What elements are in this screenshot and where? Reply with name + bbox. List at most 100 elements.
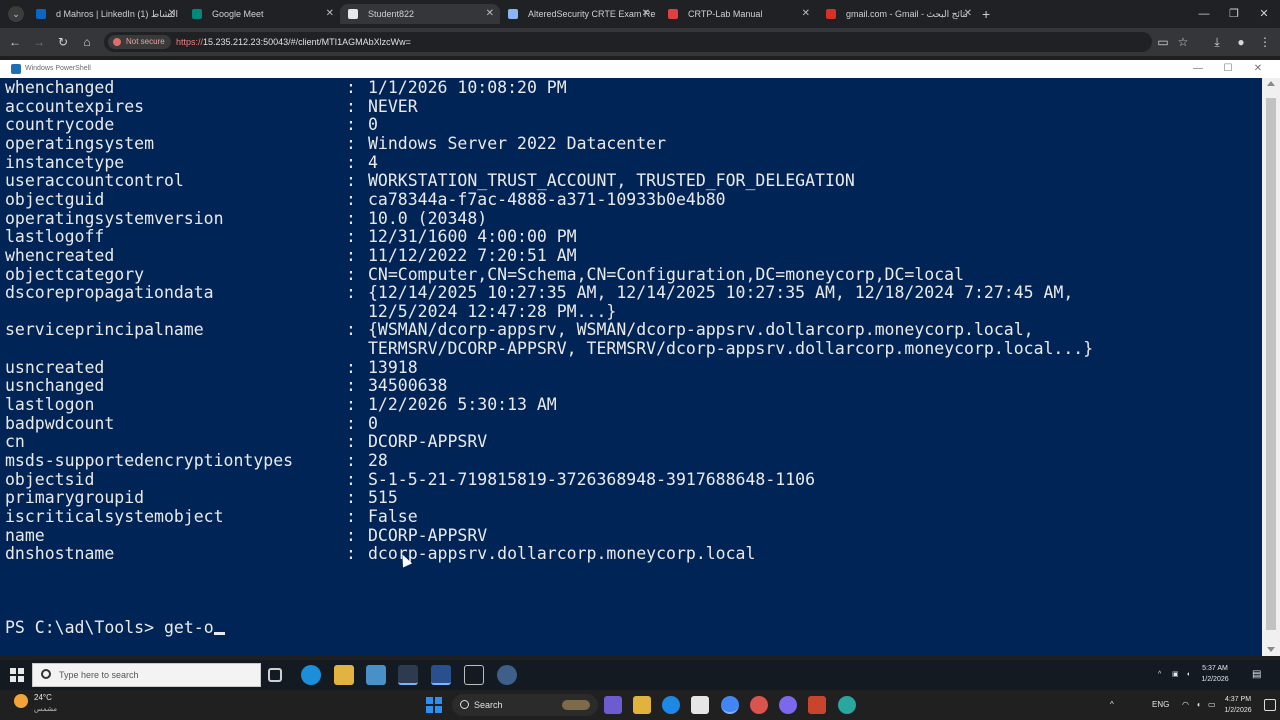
close-tab-icon[interactable]: ✕	[802, 4, 810, 24]
close-tab-icon[interactable]: ✕	[486, 4, 494, 24]
tab-title: Google Meet	[212, 9, 264, 19]
property-value: TERMSRV/DCORP-APPSRV, TERMSRV/dcorp-apps…	[368, 339, 1094, 359]
powerpoint-icon[interactable]	[808, 696, 826, 714]
browser-menu-icon[interactable]: ⋮	[1256, 33, 1274, 51]
notification-center-icon[interactable]	[1264, 699, 1276, 711]
edge-browser-icon[interactable]	[301, 665, 321, 685]
local-clock[interactable]: 4:37 PM 1/2/2026	[1218, 694, 1258, 716]
property-separator: :	[346, 451, 356, 470]
remote-clock[interactable]: 5:37 AM 1/2/2026	[1196, 663, 1234, 685]
chrome-icon[interactable]	[721, 696, 739, 714]
local-taskbar: 24°C مشمس Search ^ ENG ◠ ◖ ▭ 4:37 PM 1/2…	[0, 690, 1280, 720]
powershell-taskbar-icon-1[interactable]	[398, 665, 418, 685]
close-window-icon[interactable]: ✕	[1249, 4, 1279, 24]
battery-icon[interactable]: ▭	[1208, 690, 1216, 720]
powershell-taskbar-icon-2[interactable]	[431, 665, 451, 685]
property-separator: :	[346, 245, 356, 265]
windows-start-icon[interactable]	[10, 668, 24, 682]
url-host-path: 15.235.212.23:50043/#/client/MTI1AGMAbXl…	[203, 37, 411, 47]
reload-icon[interactable]: ↻	[54, 33, 72, 51]
property-separator: :	[346, 189, 356, 209]
maximize-window-icon[interactable]: ❐	[1219, 4, 1249, 24]
bookmark-star-icon[interactable]: ☆	[1174, 33, 1192, 51]
property-name: primarygroupid	[5, 488, 145, 508]
scroll-thumb[interactable]	[1266, 98, 1276, 630]
tray-chevron-icon[interactable]: ^	[1158, 660, 1161, 690]
tab-student822[interactable]: Student822 ✕	[340, 4, 500, 24]
close-tab-icon[interactable]: ✕	[168, 4, 176, 24]
language-indicator[interactable]: ENG	[1152, 690, 1169, 720]
file-explorer-icon[interactable]	[334, 665, 354, 685]
tray-chevron-icon[interactable]: ^	[1110, 690, 1114, 720]
url-text[interactable]: https://15.235.212.23:50043/#/client/MTI…	[176, 32, 411, 52]
property-value: ca78344a-f7ac-4888-a371-10933b0e4b80	[368, 189, 726, 209]
tab-title: Student822	[368, 9, 415, 19]
property-value: 1/1/2026 10:08:20 PM	[368, 78, 567, 97]
powershell-console[interactable]: whenchanged:1/1/2026 10:08:20 PM accounte…	[0, 78, 1262, 656]
weather-sun-icon[interactable]	[14, 694, 28, 708]
edge-browser-icon[interactable]	[662, 696, 680, 714]
property-separator: :	[346, 488, 356, 508]
tab-search-icon[interactable]: ⌄	[8, 6, 24, 22]
tab-gmail[interactable]: gmail.com - Gmail - نتائج البحث ✕	[818, 4, 978, 24]
console-scrollbar[interactable]	[1262, 78, 1280, 656]
taskbar-search-box[interactable]: Search	[452, 694, 598, 716]
command-prompt-icon[interactable]	[464, 665, 484, 685]
tab-crte-exam[interactable]: AlteredSecurity CRTE Exam Rep ✕	[500, 4, 656, 24]
weather-temperature[interactable]: 24°C	[34, 693, 52, 702]
tab-linkedin[interactable]: d Mahros | LinkedIn (1) النشاط ✕	[28, 4, 182, 24]
minimize-icon[interactable]: —	[1187, 60, 1209, 78]
console-prompt-line[interactable]: PS C:\ad\Tools> get-o	[5, 618, 225, 637]
volume-icon[interactable]: ◖	[1186, 660, 1190, 690]
home-icon[interactable]: ⌂	[78, 33, 96, 51]
property-name: dnshostname	[5, 544, 115, 564]
scroll-down-icon[interactable]	[1267, 647, 1275, 652]
tab-crtp-lab-manual[interactable]: CRTP-Lab Manual ✕	[660, 4, 816, 24]
back-arrow-icon[interactable]: ←	[6, 33, 24, 51]
install-app-icon[interactable]: ▭	[1154, 33, 1172, 51]
document-favicon-icon	[508, 9, 518, 19]
microsoft-store-icon[interactable]	[691, 696, 709, 714]
close-tab-icon[interactable]: ✕	[326, 4, 334, 24]
property-separator: :	[346, 320, 356, 340]
profile-avatar-icon[interactable]: ●	[1232, 33, 1250, 51]
close-icon[interactable]: ✕	[1247, 60, 1269, 78]
wifi-icon[interactable]: ◠	[1182, 690, 1189, 720]
notification-icon[interactable]: ▤	[1252, 660, 1261, 690]
property-value: {12/14/2025 10:27:35 AM, 12/14/2025 10:2…	[368, 283, 1074, 303]
close-tab-icon[interactable]: ✕	[642, 4, 650, 24]
server-manager-icon[interactable]	[366, 665, 386, 685]
scroll-up-icon[interactable]	[1267, 81, 1275, 86]
search-highlight-image	[562, 700, 590, 710]
forward-arrow-icon[interactable]: →	[30, 33, 48, 51]
new-tab-button[interactable]: +	[982, 4, 990, 24]
security-indicator[interactable]: Not secure	[108, 35, 171, 49]
file-explorer-icon[interactable]	[633, 696, 651, 714]
property-separator: :	[346, 469, 356, 489]
address-bar[interactable]: Not secure https://15.235.212.23:50043/#…	[104, 32, 1152, 52]
property-value: DCORP-APPSRV	[368, 432, 488, 452]
copilot-icon[interactable]	[604, 696, 622, 714]
taskbar-search-box[interactable]: Type here to search	[32, 663, 261, 687]
minimize-window-icon[interactable]: —	[1189, 4, 1219, 24]
property-separator: :	[346, 96, 356, 116]
settings-app-icon[interactable]	[750, 696, 768, 714]
property-name: objectcategory	[5, 264, 145, 284]
tab-google-meet[interactable]: Google Meet ✕	[184, 4, 340, 24]
property-value: DCORP-APPSRV	[368, 525, 488, 545]
gmail-favicon-icon	[826, 9, 836, 19]
search-icon	[460, 700, 469, 709]
close-tab-icon[interactable]: ✕	[964, 4, 972, 24]
volume-icon[interactable]: ◖	[1196, 690, 1201, 720]
task-view-icon[interactable]	[268, 668, 282, 682]
network-icon[interactable]: ▣	[1172, 660, 1179, 690]
messaging-app-icon[interactable]	[838, 696, 856, 714]
remote-taskbar: Type here to search ^ ▣ ◖ 5:37 AM 1/2/20…	[0, 660, 1280, 690]
discord-icon[interactable]	[779, 696, 797, 714]
property-value: False	[368, 506, 418, 526]
maximize-icon[interactable]: ☐	[1217, 60, 1239, 78]
downloads-icon[interactable]: ⤓	[1208, 33, 1226, 51]
property-name: dscorepropagationdata	[5, 283, 214, 303]
tools-icon[interactable]	[497, 665, 517, 685]
windows-start-icon[interactable]	[426, 697, 442, 713]
